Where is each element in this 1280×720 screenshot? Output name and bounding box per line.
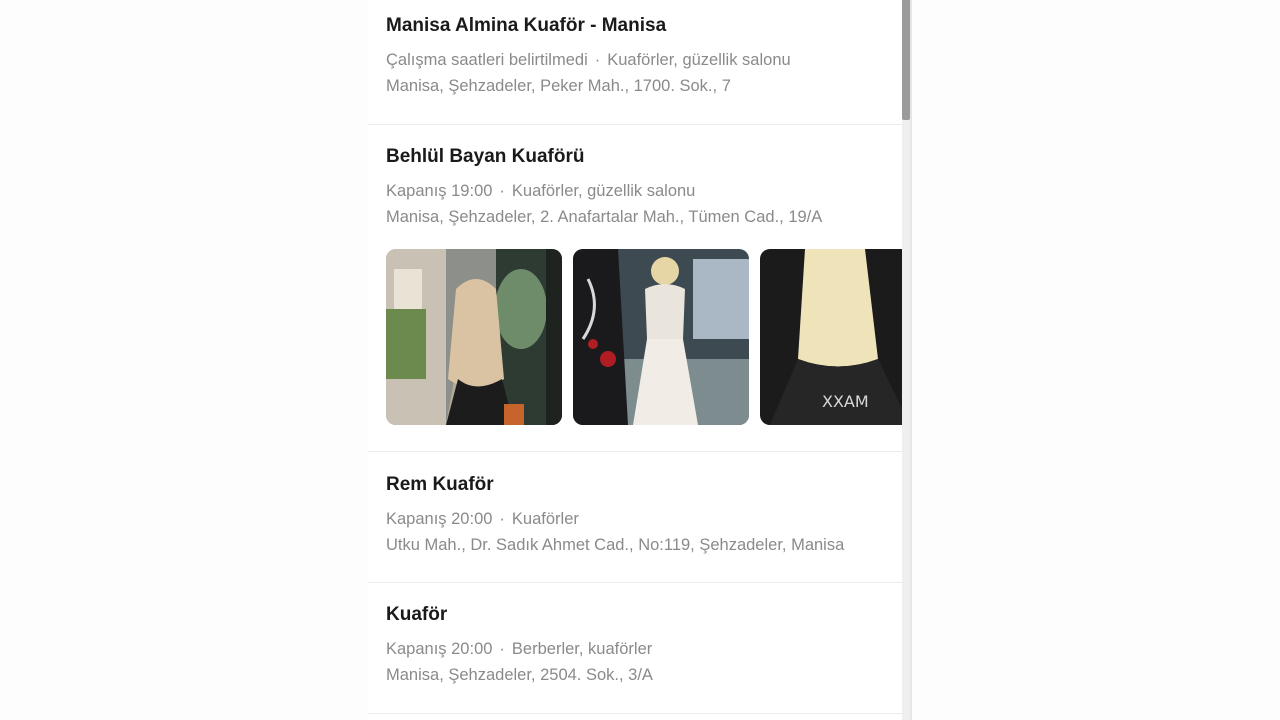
- result-item-kuafor[interactable]: Kuaför Kapanış 20:00 · Berberler, kuaförle…: [368, 583, 902, 714]
- right-background: [912, 0, 1280, 720]
- meta-separator: ·: [499, 510, 505, 528]
- result-hours: Kapanış 20:00: [386, 510, 493, 528]
- result-meta: Kapanış 20:00 · Berberler, kuaförler: [386, 640, 652, 659]
- panel-edge: [910, 0, 912, 720]
- result-category: Kuaförler: [511, 510, 579, 528]
- scrollbar-thumb[interactable]: [902, 0, 910, 120]
- result-category: Kuaförler, güzellik salonu: [511, 182, 696, 200]
- result-hours: Çalışma saatleri belirtilmedi: [386, 51, 588, 69]
- result-meta: Kapanış 20:00 · Kuaförler: [386, 510, 579, 529]
- result-item-rem[interactable]: Rem Kuaför Kapanış 20:00 · Kuaförler Utku …: [368, 452, 902, 583]
- page: Manisa Almina Kuaför - Manisa Çalışma sa…: [0, 0, 1280, 720]
- photo-2[interactable]: [573, 249, 749, 425]
- result-title[interactable]: Behlül Bayan Kuaförü: [386, 146, 584, 168]
- meta-separator: ·: [499, 182, 505, 200]
- search-results-panel: Manisa Almina Kuaför - Manisa Çalışma sa…: [368, 0, 910, 720]
- photo-carousel[interactable]: XXAM: [386, 249, 910, 425]
- result-address: Manisa, Şehzadeler, Peker Mah., 1700. So…: [386, 77, 731, 95]
- result-meta: Kapanış 19:00 · Kuaförler, güzellik salonu: [386, 182, 695, 201]
- result-hours: Kapanış 20:00: [386, 640, 493, 658]
- result-title[interactable]: Manisa Almina Kuaför - Manisa: [386, 15, 666, 37]
- meta-separator: ·: [594, 51, 601, 69]
- result-category: Kuaförler, güzellik salonu: [607, 51, 791, 69]
- left-background: [0, 0, 368, 720]
- result-title[interactable]: Rem Kuaför: [386, 474, 494, 496]
- photo-1[interactable]: [386, 249, 562, 425]
- result-address: Manisa, Şehzadeler, 2. Anafartalar Mah.,…: [386, 208, 823, 226]
- result-item-almina[interactable]: Manisa Almina Kuaför - Manisa Çalışma sa…: [368, 0, 902, 125]
- result-meta: Çalışma saatleri belirtilmedi · Kuaförler,…: [386, 51, 791, 70]
- result-title[interactable]: Kuaför: [386, 604, 447, 626]
- result-address: Manisa, Şehzadeler, 2504. Sok., 3/A: [386, 666, 653, 684]
- photo-caption: XXAM: [822, 392, 869, 411]
- result-hours: Kapanış 19:00: [386, 182, 493, 200]
- photo-3[interactable]: XXAM: [760, 249, 910, 425]
- meta-separator: ·: [499, 640, 505, 658]
- result-address: Utku Mah., Dr. Sadık Ahmet Cad., No:119,…: [386, 536, 845, 554]
- result-category: Berberler, kuaförler: [511, 640, 653, 658]
